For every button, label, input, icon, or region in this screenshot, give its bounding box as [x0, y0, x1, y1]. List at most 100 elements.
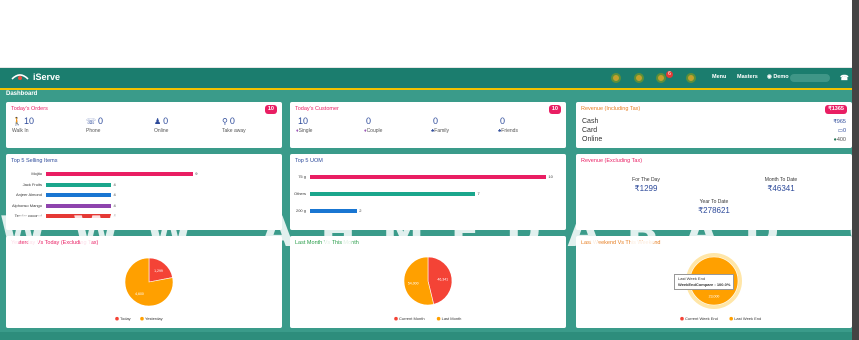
- brand[interactable]: iServe: [10, 72, 60, 82]
- bar-label: 200 g: [295, 208, 306, 213]
- phone-icon: ☏: [86, 116, 97, 126]
- top-uom-card: Top 5 UOM 75 g 10 Others 7 200 g 2: [290, 154, 566, 230]
- for-day-label: For The Day: [632, 177, 660, 183]
- card-title: Revenue (Including Tax): [581, 106, 641, 112]
- online-label: Online: [154, 128, 169, 134]
- card-title: Today's Customer: [295, 106, 339, 112]
- cash-label: Cash: [582, 118, 599, 125]
- masters-dropdown[interactable]: Masters: [737, 74, 758, 80]
- phone-stat[interactable]: ☏ 0: [86, 116, 103, 126]
- settings-icon[interactable]: [686, 73, 696, 83]
- bar-value: 2: [359, 208, 362, 213]
- top-selling-items-card: Top 5 Selling Items Mojito 9 Jack Fruits 4 A…: [6, 154, 282, 230]
- card-title: Top 5 Selling Items: [11, 158, 58, 164]
- walkin-label: Walk In: [12, 128, 29, 134]
- todays-customer-card: Today's Customer 10 10 ♦Single 0 ♦Couple…: [290, 102, 566, 148]
- menu-dropdown[interactable]: Menu: [712, 74, 726, 80]
- friends-stat[interactable]: 0: [500, 116, 505, 126]
- card-title: Today's Orders: [11, 106, 48, 112]
- slice-label: 4,600: [135, 292, 144, 296]
- order-icon[interactable]: [656, 73, 666, 83]
- card-title: Top 5 UOM: [295, 158, 323, 164]
- bar[interactable]: [46, 203, 112, 208]
- revenue-excluding-tax-card: Revenue (Excluding Tax) For The Day ₹129…: [576, 154, 852, 230]
- user-name: Demo: [773, 74, 789, 80]
- bar[interactable]: [46, 182, 112, 187]
- brand-name: iServe: [33, 72, 61, 82]
- bar-value: 4: [113, 192, 116, 197]
- slice-label: 1,299: [154, 269, 163, 273]
- legend-label[interactable]: Last Month: [442, 316, 462, 321]
- online-value: ●400: [833, 137, 846, 143]
- legend-label[interactable]: Current Month: [399, 316, 425, 321]
- slice-label: 54,000: [408, 281, 419, 285]
- yesterday-vs-today-card: Yesterday Vs Today (Excluding Tax) 1,299…: [6, 236, 282, 328]
- bar[interactable]: [310, 192, 476, 196]
- legend-marker: [115, 316, 119, 321]
- table-icon[interactable]: [634, 73, 644, 83]
- bar[interactable]: [46, 193, 112, 197]
- orders-badge: 10: [264, 105, 277, 114]
- card-value: ▭0: [837, 128, 846, 134]
- legend-marker: [140, 316, 144, 321]
- accent-band: [0, 88, 852, 90]
- bar-value: 7: [477, 191, 480, 196]
- legend-label[interactable]: Last Week End: [734, 316, 761, 321]
- couple-stat[interactable]: 0: [366, 116, 371, 126]
- bar-label: Others: [293, 191, 306, 196]
- yesterday-vs-today-pie: 1,299 4,600 Today Yesterday: [115, 257, 174, 321]
- bar-label: Mojito: [31, 171, 42, 176]
- phone-label: Phone: [86, 128, 101, 134]
- legend-marker: [436, 316, 441, 321]
- bar[interactable]: [46, 214, 112, 218]
- cart-icon[interactable]: [611, 73, 621, 83]
- takeaway-label: Take away: [222, 128, 246, 134]
- legend-marker: [729, 316, 733, 321]
- month-compare-pie: 46,341 54,000 Current Month Last Month: [394, 256, 462, 321]
- logo-icon: [11, 74, 29, 80]
- customer-badge: 10: [548, 105, 561, 114]
- family-label: ♣Family: [431, 128, 450, 134]
- todays-orders-card: Today's Orders 10 🚶 10 Walk In ☏ 0 Phone ♟…: [6, 102, 282, 148]
- month-to-date-label: Month To Date: [764, 177, 798, 183]
- walkin-stat[interactable]: 🚶 10: [12, 116, 34, 126]
- bar-label: Anjeer Almond: [15, 192, 42, 197]
- bar-label: Alphonso Mango: [11, 202, 42, 208]
- bar-value: 10: [548, 174, 553, 179]
- family-stat[interactable]: 0: [433, 116, 438, 126]
- bar-label: Jack Fruits: [22, 181, 42, 187]
- single-label: ♦Single: [296, 128, 313, 134]
- friends-label: ♣Friends: [498, 128, 518, 134]
- revenue-badge: ₹1365: [825, 105, 847, 114]
- bar[interactable]: [310, 175, 547, 179]
- weekend-compare-card: Last Weekend Vs This Weekend 23,000 Curre…: [576, 236, 852, 328]
- bar-label: Tender coconut: [14, 213, 42, 218]
- year-to-date-value: ₹278621: [698, 206, 730, 215]
- cash-value: ₹965: [833, 119, 846, 125]
- bar-value: 4: [113, 202, 116, 208]
- legend-label[interactable]: Today: [120, 316, 131, 321]
- legend-label[interactable]: Current Week End: [685, 316, 718, 321]
- user-avatar[interactable]: [790, 74, 830, 82]
- slice-label: 46,341: [437, 278, 448, 282]
- takeaway-stat[interactable]: ⚲ 0: [222, 116, 235, 126]
- bar[interactable]: [46, 172, 194, 176]
- legend-label[interactable]: Yesterday: [145, 316, 163, 321]
- bar-value: 4: [113, 213, 116, 218]
- chart-tooltip: Last Week End WeekEndCompare : 100.0%: [674, 274, 735, 290]
- single-stat[interactable]: 10: [298, 116, 308, 126]
- card-label: Card: [582, 127, 598, 134]
- slice-label: 23,000: [709, 294, 720, 298]
- card-title: Revenue (Excluding Tax): [581, 158, 643, 164]
- tooltip-row: WeekEndCompare : 100.0%: [678, 282, 731, 287]
- scrollbar[interactable]: [852, 0, 859, 340]
- user-menu[interactable]: ◉ Demo: [767, 74, 789, 80]
- bar-label: 75 g: [298, 174, 306, 179]
- printer-icon[interactable]: ☎: [840, 74, 849, 82]
- bar[interactable]: [310, 209, 358, 213]
- bar-value: 4: [113, 181, 116, 187]
- year-to-date-label: Year To Date: [699, 199, 729, 205]
- online-stat[interactable]: ♟ 0: [154, 116, 168, 126]
- walk-icon: 🚶: [12, 116, 22, 126]
- notification-badge: 6: [666, 71, 673, 78]
